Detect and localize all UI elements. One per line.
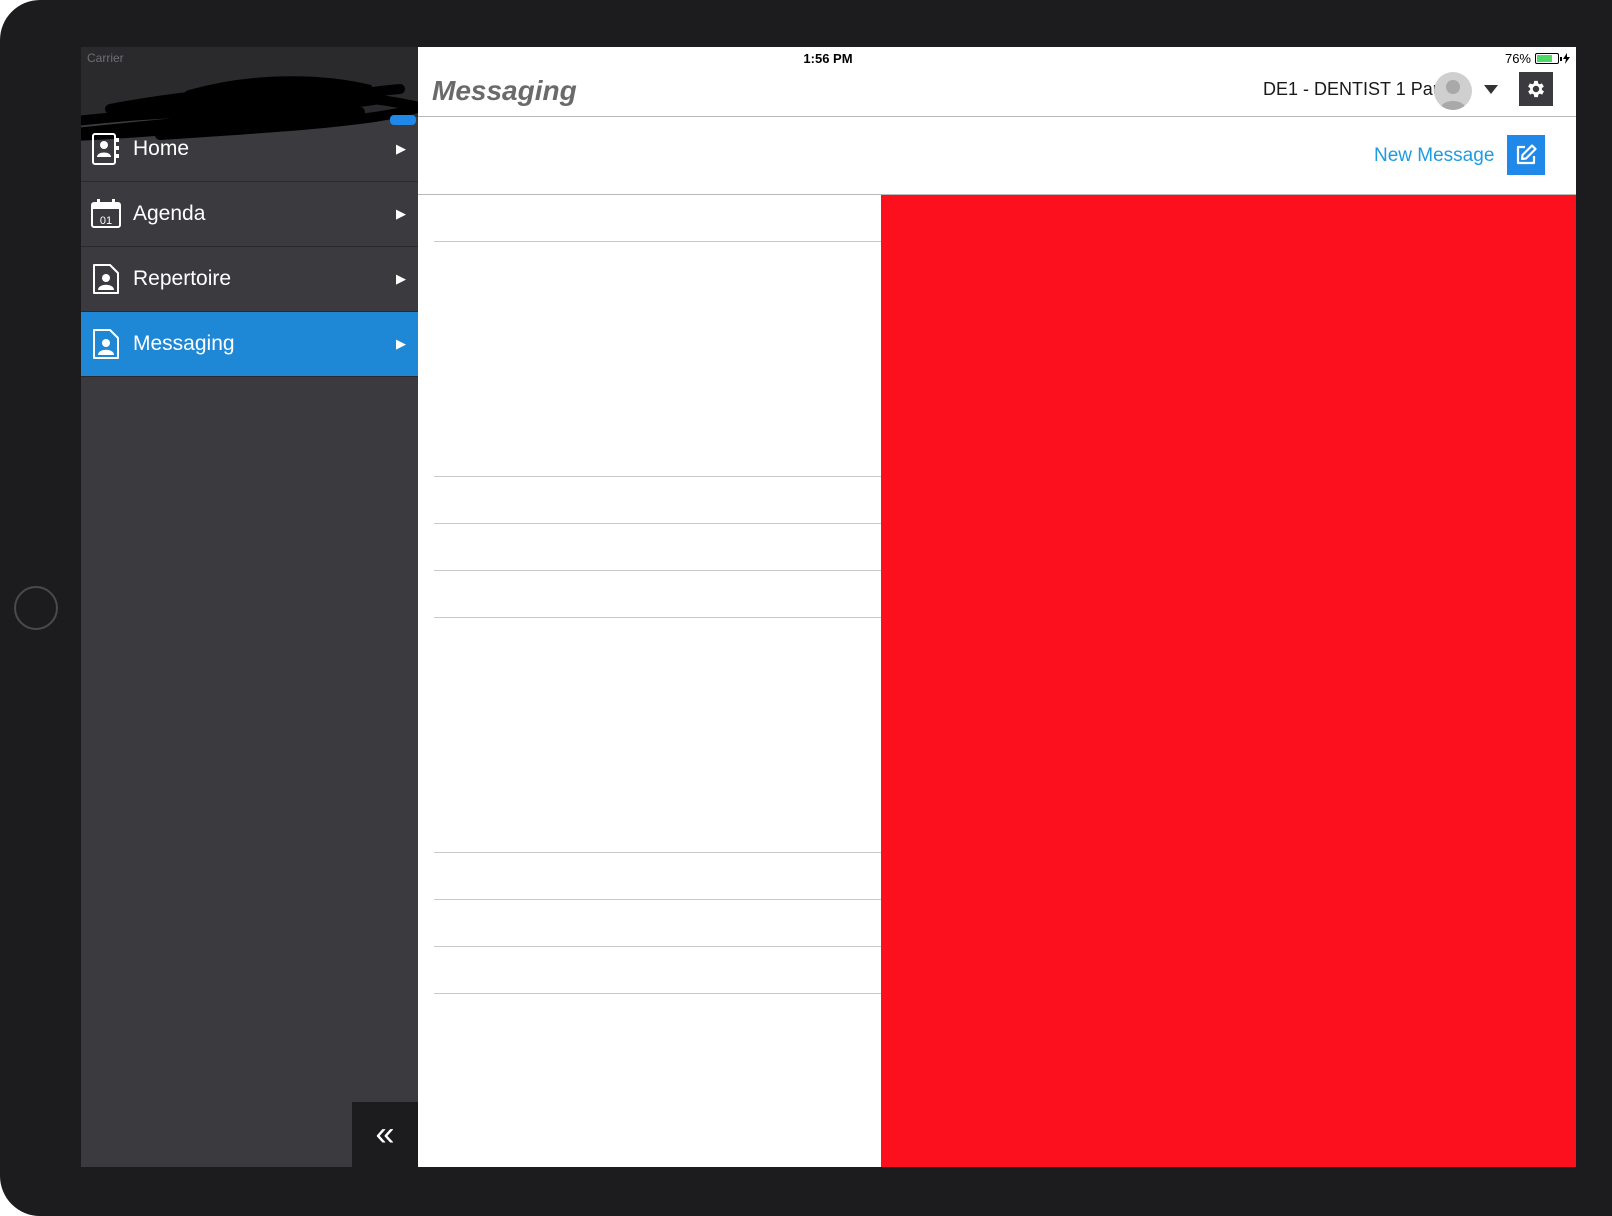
list-item[interactable]	[434, 195, 881, 242]
new-message-button[interactable]	[1507, 135, 1545, 175]
list-item[interactable]	[434, 524, 881, 571]
sidebar-item-repertoire[interactable]: Repertoire ▶	[81, 247, 418, 312]
user-menu-dropdown-icon[interactable]	[1484, 85, 1498, 94]
avatar[interactable]	[1434, 72, 1472, 110]
page-title: Messaging	[432, 75, 577, 106]
collapse-sidebar-button[interactable]: «	[352, 1102, 418, 1167]
chevron-right-icon: ▶	[396, 336, 406, 351]
charging-bolt-icon	[1563, 53, 1570, 64]
new-message-link[interactable]: New Message	[1374, 145, 1494, 167]
sidebar-item-agenda[interactable]: 01 Agenda ▶	[81, 182, 418, 247]
user-silhouette-icon	[1440, 80, 1466, 110]
contact-card-icon	[91, 327, 121, 361]
contact-card-icon	[91, 262, 121, 296]
compose-icon	[1516, 144, 1537, 165]
double-chevron-left-icon: «	[375, 1115, 395, 1153]
sidebar-header: Carrier	[81, 47, 425, 141]
settings-button[interactable]	[1519, 72, 1553, 106]
message-list	[418, 195, 881, 1167]
device-frame: Carrier Home ▶ 01 Agenda ▶ Repertoire ▶ …	[0, 0, 1612, 1216]
home-hardware-button[interactable]	[14, 586, 58, 630]
calendar-day-text: 01	[100, 215, 112, 227]
message-detail-pane	[881, 195, 1576, 1167]
current-user-name: DE1 - DENTIST 1 Paul	[1263, 79, 1447, 99]
sidebar-item-home[interactable]: Home ▶	[81, 117, 418, 182]
list-item[interactable]	[434, 618, 881, 853]
screen: Carrier Home ▶ 01 Agenda ▶ Repertoire ▶ …	[81, 47, 1576, 1167]
chevron-right-icon: ▶	[396, 206, 406, 221]
chevron-right-icon: ▶	[396, 141, 406, 156]
list-item[interactable]	[434, 853, 881, 900]
sidebar-item-label: Messaging	[133, 332, 235, 355]
app-header: Messaging DE1 - DENTIST 1 Paul	[418, 69, 1576, 117]
sidebar-item-label: Repertoire	[133, 267, 232, 290]
battery-icon	[1535, 53, 1562, 64]
calendar-icon: 01	[91, 197, 121, 231]
sidebar-item-label: Home	[133, 137, 190, 160]
gear-icon	[1528, 80, 1544, 98]
status-time: 1:56 PM	[803, 51, 853, 66]
list-item[interactable]	[434, 947, 881, 994]
sidebar-item-label: Agenda	[133, 202, 206, 225]
contact-book-icon	[91, 132, 121, 166]
status-battery: 76%	[1505, 51, 1570, 66]
list-item[interactable]	[434, 477, 881, 524]
list-item[interactable]	[434, 900, 881, 947]
list-item[interactable]	[434, 242, 881, 477]
messaging-toolbar: New Message	[418, 117, 1576, 195]
main-content: 1:56 PM 76% Messaging DE1 - DENTIST 1 Pa…	[418, 47, 1576, 1167]
list-item[interactable]	[434, 571, 881, 618]
battery-percent: 76%	[1504, 51, 1531, 66]
sidebar-item-messaging[interactable]: Messaging ▶	[81, 312, 418, 377]
chevron-right-icon: ▶	[396, 271, 406, 286]
sidebar: Carrier Home ▶ 01 Agenda ▶ Repertoire ▶ …	[81, 47, 425, 1167]
